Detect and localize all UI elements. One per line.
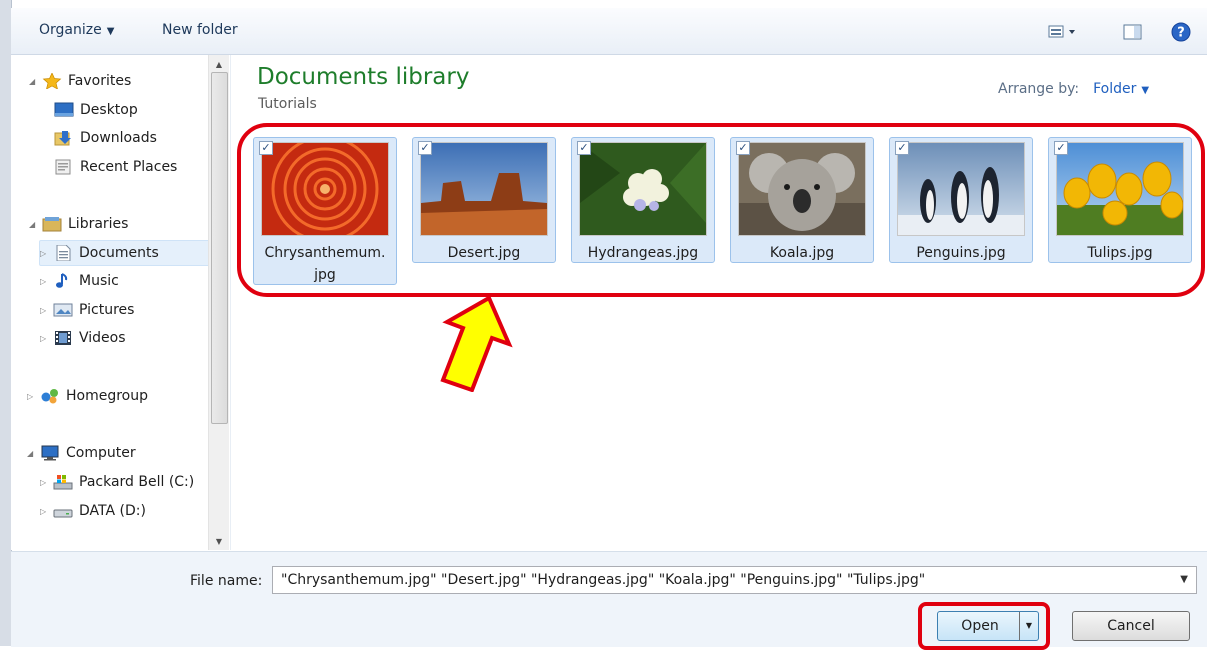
nav-label: Homegroup — [66, 388, 149, 404]
file-open-dialog: Organize ▼ New folder ? ◢ Favorites Deskt… — [0, 0, 1207, 650]
nav-scrollbar[interactable]: ▲ ▼ — [208, 55, 229, 550]
computer-icon — [41, 445, 59, 461]
nav-pictures[interactable]: ▷ Pictures — [40, 298, 134, 322]
drive-icon — [53, 509, 73, 518]
collapsed-triangle-icon: ▷ — [40, 305, 47, 315]
star-icon — [42, 73, 62, 89]
nav-homegroup[interactable]: ▷ Homegroup — [27, 384, 148, 408]
documents-icon — [56, 245, 71, 261]
expanded-triangle-icon: ◢ — [27, 448, 34, 458]
arrange-value: Folder — [1093, 81, 1137, 97]
recent-places-icon — [55, 159, 71, 175]
scroll-down-icon[interactable]: ▼ — [209, 534, 229, 550]
collapsed-triangle-icon: ▷ — [40, 276, 47, 286]
organize-button[interactable]: Organize ▼ — [39, 22, 114, 38]
music-icon — [56, 273, 68, 288]
help-icon[interactable]: ? — [1170, 21, 1192, 43]
file-name-input[interactable]: "Chrysanthemum.jpg" "Desert.jpg" "Hydran… — [272, 566, 1197, 594]
nav-computer[interactable]: ◢ Computer — [27, 441, 136, 465]
videos-icon — [55, 331, 71, 345]
system-drive-icon — [53, 475, 73, 490]
downloads-folder-icon — [54, 131, 71, 146]
nav-downloads[interactable]: Downloads — [54, 126, 157, 150]
chevron-down-icon: ▼ — [1141, 85, 1150, 96]
nav-label: Desktop — [80, 102, 138, 118]
nav-videos[interactable]: ▷ Videos — [40, 326, 126, 350]
nav-label: Recent Places — [80, 159, 178, 175]
arrange-dropdown[interactable]: Folder ▼ — [1093, 81, 1149, 97]
homegroup-icon — [41, 389, 58, 404]
libraries-icon — [42, 217, 62, 232]
nav-drive-c[interactable]: ▷ Packard Bell (C:) — [40, 470, 194, 494]
nav-label: Documents — [79, 245, 159, 261]
file-name-label: File name: — [190, 573, 263, 589]
pane-divider[interactable] — [230, 55, 231, 550]
svg-text:?: ? — [1177, 26, 1185, 41]
nav-music[interactable]: ▷ Music — [40, 269, 119, 293]
chevron-down-icon: ▼ — [106, 26, 115, 37]
nav-label: Packard Bell (C:) — [79, 474, 195, 490]
nav-label: DATA (D:) — [79, 503, 146, 519]
toolbar: Organize ▼ New folder ? — [11, 8, 1207, 55]
scroll-up-icon[interactable]: ▲ — [209, 57, 229, 73]
collapsed-triangle-icon: ▷ — [40, 248, 47, 258]
nav-favorites[interactable]: ◢ Favorites — [29, 69, 131, 93]
nav-label: Downloads — [80, 130, 157, 146]
collapsed-triangle-icon: ▷ — [40, 333, 47, 343]
cancel-button[interactable]: Cancel — [1072, 611, 1190, 641]
arrange-label: Arrange by: — [998, 81, 1080, 97]
nav-label: Music — [79, 273, 119, 289]
yellow-arrow-icon — [440, 295, 513, 392]
file-name-value: "Chrysanthemum.jpg" "Desert.jpg" "Hydran… — [281, 572, 926, 588]
collapsed-triangle-icon: ▷ — [40, 506, 47, 516]
arrange-by: Arrange by: Folder ▼ — [998, 81, 1149, 97]
nav-label: Videos — [79, 330, 126, 346]
nav-label: Favorites — [68, 73, 132, 89]
selection-highlight-outline — [237, 123, 1205, 297]
chevron-down-icon[interactable]: ▼ — [1180, 567, 1188, 593]
page-title: Documents library — [257, 64, 470, 90]
nav-documents[interactable]: ▷ Documents — [39, 240, 217, 266]
organize-label: Organize — [39, 22, 102, 38]
collapsed-triangle-icon: ▷ — [27, 391, 34, 401]
nav-label: Pictures — [79, 302, 135, 318]
nav-drive-d[interactable]: ▷ DATA (D:) — [40, 499, 146, 523]
view-icon[interactable] — [1048, 24, 1078, 40]
expanded-triangle-icon: ◢ — [29, 76, 36, 86]
nav-libraries[interactable]: ◢ Libraries — [29, 212, 128, 236]
open-button-highlight-outline — [918, 602, 1050, 650]
nav-label: Computer — [66, 445, 136, 461]
nav-label: Libraries — [68, 216, 129, 232]
preview-pane-icon[interactable] — [1123, 24, 1143, 40]
library-subtitle: Tutorials — [258, 96, 317, 112]
nav-desktop[interactable]: Desktop — [54, 98, 138, 122]
pictures-icon — [53, 303, 73, 317]
nav-recent-places[interactable]: Recent Places — [54, 155, 177, 179]
navigation-pane: ◢ Favorites Desktop Downloads Recent Pla… — [11, 55, 231, 550]
collapsed-triangle-icon: ▷ — [40, 477, 47, 487]
desktop-icon — [54, 102, 74, 117]
new-folder-button[interactable]: New folder — [162, 22, 238, 38]
scrollbar-thumb[interactable] — [211, 72, 228, 424]
expanded-triangle-icon: ◢ — [29, 219, 36, 229]
